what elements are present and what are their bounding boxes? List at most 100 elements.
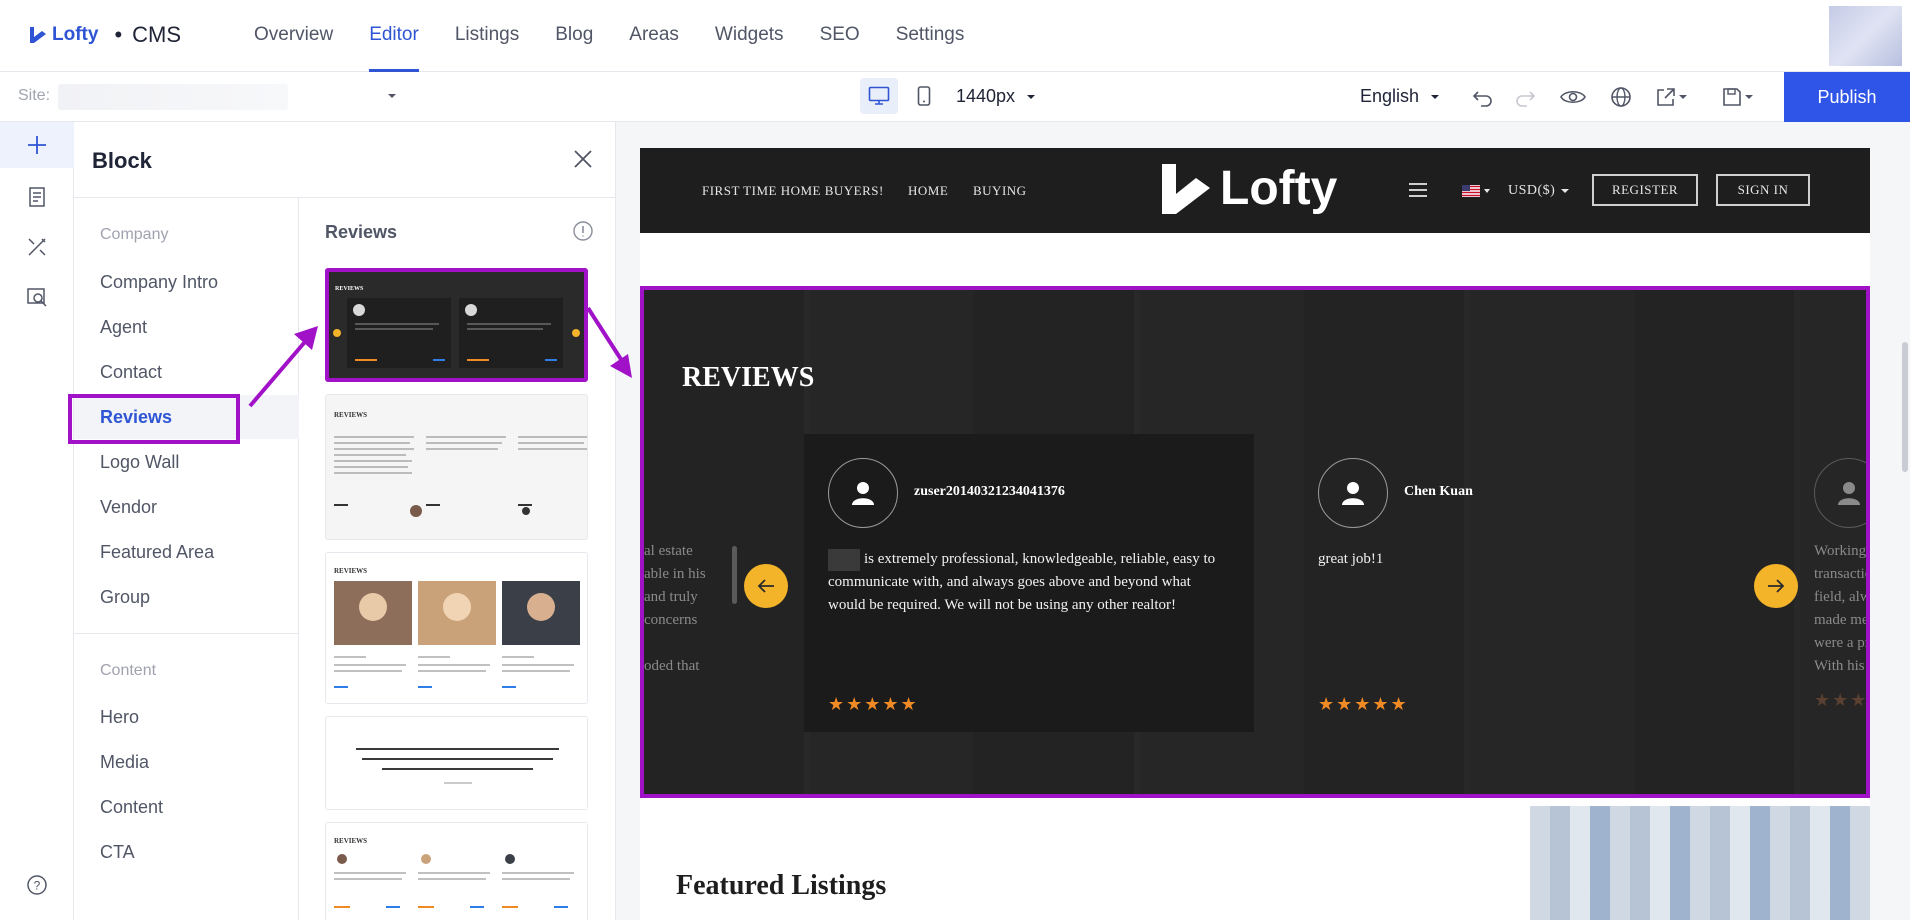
reviews-highlight-box xyxy=(68,394,240,444)
site-link-first-time-buyers[interactable]: FIRST TIME HOME BUYERS! xyxy=(702,183,884,199)
category-group[interactable]: Group xyxy=(74,575,299,619)
design-tools-button[interactable] xyxy=(0,224,74,270)
user-icon xyxy=(1342,482,1364,505)
site-link-home[interactable]: HOME xyxy=(908,183,948,199)
category-featured-area[interactable]: Featured Area xyxy=(74,530,299,574)
block-panel: Block Company Company Intro Agent Contac… xyxy=(74,122,616,920)
undo-button[interactable] xyxy=(1470,84,1496,110)
help-icon: ? xyxy=(27,875,47,895)
share-menu-button[interactable] xyxy=(1650,84,1694,110)
globe-button[interactable] xyxy=(1608,84,1634,110)
block-categories: Company Company Intro Agent Contact Revi… xyxy=(74,198,299,920)
language-value: English xyxy=(1360,86,1420,106)
svg-text:REVIEWS: REVIEWS xyxy=(335,286,364,292)
brand-name: Lofty xyxy=(52,24,99,45)
review-card: Chen Kuan great job!1 ★★★★★ xyxy=(1294,434,1744,732)
category-contact[interactable]: Contact xyxy=(74,350,299,394)
template-thumbnail xyxy=(326,717,587,809)
width-value: 1440px xyxy=(956,86,1016,106)
reviewer-name: zuser20140321234041376 xyxy=(914,484,1065,499)
nav-settings[interactable]: Settings xyxy=(878,0,983,72)
nav-editor[interactable]: Editor xyxy=(351,0,437,72)
help-button[interactable]: ? xyxy=(0,862,74,908)
svg-text:?: ? xyxy=(34,879,41,893)
pages-button[interactable] xyxy=(0,174,74,220)
category-content[interactable]: Content xyxy=(74,785,299,829)
template-reviews-light[interactable]: REVIEWS xyxy=(325,394,588,540)
block-panel-header: Block xyxy=(74,122,616,198)
language-select[interactable]: English xyxy=(1360,86,1441,107)
pages-icon xyxy=(29,187,45,207)
sign-in-button[interactable]: SIGN IN xyxy=(1716,174,1810,206)
close-icon[interactable] xyxy=(570,146,596,172)
nav-overview[interactable]: Overview xyxy=(236,0,351,72)
site-preview: FIRST TIME HOME BUYERS! HOME BUYING Loft… xyxy=(640,148,1870,920)
us-flag-icon[interactable] xyxy=(1462,184,1492,198)
canvas-scrollbar[interactable] xyxy=(1902,342,1908,472)
width-select[interactable]: 1440px xyxy=(956,86,1037,107)
category-media[interactable]: Media xyxy=(74,740,299,784)
add-block-button[interactable] xyxy=(0,122,74,168)
template-thumbnail: REVIEWS xyxy=(326,823,587,920)
preview-button[interactable] xyxy=(1560,84,1586,110)
chevron-down-icon xyxy=(1431,94,1440,99)
template-reviews-dark[interactable]: REVIEWS xyxy=(325,268,588,382)
nav-areas[interactable]: Areas xyxy=(611,0,697,72)
reviews-section[interactable]: REVIEWS al estate able in his and truly … xyxy=(640,286,1870,798)
eye-icon xyxy=(1560,90,1586,104)
template-reviews-quote[interactable] xyxy=(325,716,588,810)
nav-listings[interactable]: Listings xyxy=(437,0,537,72)
register-button[interactable]: REGISTER xyxy=(1592,174,1698,206)
hamburger-menu-icon[interactable] xyxy=(1408,182,1428,198)
site-logo[interactable]: Lofty xyxy=(1158,160,1337,216)
category-group-content: Content xyxy=(100,662,157,679)
category-hero[interactable]: Hero xyxy=(74,695,299,739)
reviewer-avatar xyxy=(1318,458,1388,528)
desktop-view-button[interactable] xyxy=(860,78,898,114)
redo-button[interactable] xyxy=(1512,84,1538,110)
review-scroll-indicator xyxy=(732,546,737,604)
mobile-view-button[interactable] xyxy=(906,78,942,114)
site-link-buying[interactable]: BUYING xyxy=(973,183,1027,199)
category-group-company: Company xyxy=(100,226,169,243)
user-avatar[interactable] xyxy=(1829,6,1902,66)
app-logo[interactable]: Lofty • CMS xyxy=(28,22,181,48)
nav-blog[interactable]: Blog xyxy=(537,0,611,72)
site-logo-text: Lofty xyxy=(1220,161,1338,215)
reviews-title: REVIEWS xyxy=(682,362,815,393)
info-icon[interactable] xyxy=(572,220,594,242)
template-thumbnail: REVIEWS xyxy=(329,272,584,378)
category-company-intro[interactable]: Company Intro xyxy=(74,260,299,304)
mobile-icon xyxy=(917,86,931,106)
save-menu-button[interactable] xyxy=(1716,84,1760,110)
nav-widgets[interactable]: Widgets xyxy=(697,0,802,72)
category-logo-wall[interactable]: Logo Wall xyxy=(74,440,299,484)
review-stars: ★★★★★ xyxy=(828,694,919,714)
site-select-value xyxy=(58,84,288,110)
category-vendor[interactable]: Vendor xyxy=(74,485,299,529)
reviewer-name: Chen Kuan xyxy=(1404,484,1473,499)
reviews-next-button[interactable] xyxy=(1754,564,1798,608)
publish-button[interactable]: Publish xyxy=(1784,72,1910,122)
chevron-down-icon xyxy=(1561,189,1570,193)
nav-seo[interactable]: SEO xyxy=(802,0,878,72)
currency-select[interactable]: USD($) xyxy=(1508,183,1571,199)
review-text-body: is extremely professional, knowledgeable… xyxy=(828,551,1216,613)
svg-text:REVIEWS: REVIEWS xyxy=(334,567,367,575)
lofty-logo-icon xyxy=(1162,164,1210,214)
template-reviews-cards[interactable]: REVIEWS xyxy=(325,822,588,920)
globe-icon xyxy=(1611,87,1631,107)
category-divider xyxy=(74,633,299,634)
review-ghost-right: Working v transactio field, alwa made me… xyxy=(1814,543,1870,674)
template-reviews-photos[interactable]: REVIEWS xyxy=(325,552,588,704)
featured-listings-title: Featured Listings xyxy=(676,870,887,901)
arrow-right-icon xyxy=(1768,579,1785,593)
site-select[interactable] xyxy=(58,80,398,114)
main-nav: Overview Editor Listings Blog Areas Widg… xyxy=(236,0,982,72)
template-thumbnail: REVIEWS xyxy=(326,395,587,539)
editor-toolbar: Site: 1440px English Publish xyxy=(0,72,1910,122)
category-agent[interactable]: Agent xyxy=(74,305,299,349)
seo-preview-button[interactable] xyxy=(0,274,74,320)
category-cta[interactable]: CTA xyxy=(74,830,299,874)
reviews-prev-button[interactable] xyxy=(744,564,788,608)
